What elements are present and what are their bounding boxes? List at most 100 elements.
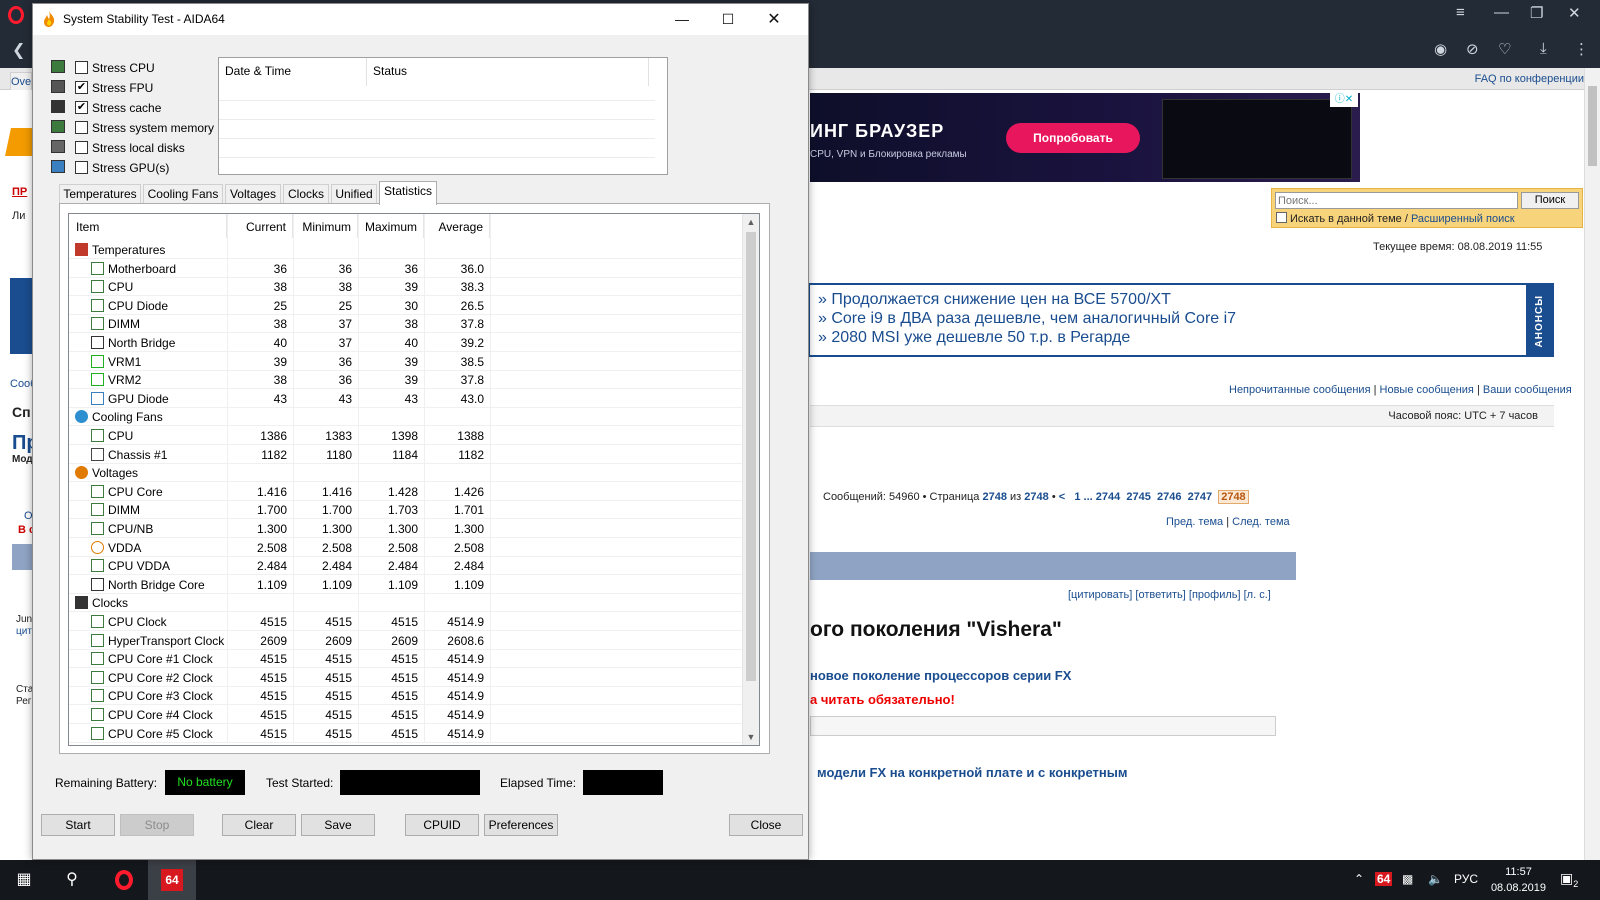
statistics-table[interactable]: Item Current Minimum Maximum Average Tem… — [68, 213, 760, 746]
clear-button[interactable]: Clear — [222, 814, 296, 836]
forum-tab-link[interactable]: Ove — [10, 72, 33, 92]
stress-option[interactable]: Stress system memory — [51, 118, 231, 138]
snapshot-icon[interactable]: ◉ — [1434, 40, 1447, 58]
stress-checkbox[interactable] — [75, 121, 88, 134]
ad-try-button[interactable]: Попробовать — [1006, 123, 1140, 153]
aida64-taskbar-icon[interactable]: 64 — [148, 860, 196, 900]
prev-topic-link[interactable]: Пред. тема — [1166, 516, 1223, 528]
stress-checkbox[interactable]: ✔ — [75, 101, 88, 114]
unread-posts-link[interactable]: Непрочитанные сообщения — [1229, 384, 1371, 396]
news-item[interactable]: » 2080 MSI уже дешевле 50 т.р. в Регарде — [818, 329, 1130, 347]
ad-close-icon[interactable]: ⓘ✕ — [1330, 93, 1358, 107]
tab-unified[interactable]: Unified — [331, 184, 377, 204]
search-icon[interactable]: ⚲ — [48, 860, 96, 900]
col-status[interactable]: Status — [367, 58, 649, 86]
post-actions[interactable]: [цитировать] [ответить] [профиль] [л. с.… — [1068, 589, 1271, 601]
col-current[interactable]: Current — [227, 214, 293, 238]
table-row[interactable]: CPU Core #3 Clock 4515 4515 4515 4514.9 — [69, 686, 745, 706]
col-date-time[interactable]: Date & Time — [219, 58, 367, 86]
stress-option[interactable]: Stress GPU(s) — [51, 158, 231, 178]
web-scrollbar[interactable] — [1584, 68, 1600, 860]
cpuid-button[interactable]: CPUID — [405, 814, 479, 836]
start-button[interactable]: Start — [41, 814, 115, 836]
table-row[interactable]: CPU Core #1 Clock 4515 4515 4515 4514.9 — [69, 649, 745, 669]
search-in-topic-checkbox[interactable] — [1276, 212, 1287, 223]
aida-tray-icon[interactable]: 64 — [1375, 872, 1393, 886]
forum-search-button[interactable]: Поиск — [1521, 192, 1579, 209]
table-row[interactable]: North Bridge 40 37 40 39.2 — [69, 333, 745, 352]
col-item[interactable]: Item — [69, 214, 227, 238]
statistics-scrollbar[interactable]: ▲ ▼ — [742, 214, 759, 745]
table-group-row[interactable]: Voltages — [69, 463, 745, 483]
left-fragment-0[interactable]: ПР — [12, 186, 27, 198]
table-row[interactable]: CPU 1386 1383 1398 1388 — [69, 426, 745, 445]
tab-voltages[interactable]: Voltages — [225, 184, 281, 204]
save-button[interactable]: Save — [301, 814, 375, 836]
table-row[interactable]: VDDA 2.508 2.508 2.508 2.508 — [69, 538, 745, 557]
next-topic-link[interactable]: След. тема — [1232, 516, 1289, 528]
table-row[interactable]: CPU VDDA 2.484 2.484 2.484 2.484 — [69, 556, 745, 576]
table-row[interactable]: CPU Core 1.416 1.416 1.428 1.426 — [69, 482, 745, 501]
stress-checkbox[interactable] — [75, 141, 88, 154]
news-item[interactable]: » Core i9 в ДВА раза дешевле, чем аналог… — [818, 310, 1236, 328]
page-link[interactable]: 1 — [1074, 491, 1080, 503]
table-row[interactable]: DIMM 1.700 1.700 1.703 1.701 — [69, 500, 745, 520]
table-row[interactable]: Chassis #1 1182 1180 1184 1182 — [69, 445, 745, 464]
language-indicator[interactable]: РУС — [1454, 872, 1478, 886]
table-row[interactable]: Motherboard 36 36 36 36.0 — [69, 259, 745, 278]
opera-taskbar-icon[interactable] — [100, 860, 148, 900]
maximize-icon[interactable]: ☐ — [705, 4, 751, 35]
web-scroll-thumb[interactable] — [1588, 86, 1597, 166]
news-item[interactable]: » Продолжается снижение цен на ВСЕ 5700/… — [818, 291, 1171, 309]
new-posts-link[interactable]: Новые сообщения — [1380, 384, 1474, 396]
table-row[interactable]: VRM2 38 36 39 37.8 — [69, 370, 745, 390]
minimize-icon[interactable]: — — [659, 4, 705, 35]
scroll-down-icon[interactable]: ▼ — [743, 729, 759, 745]
table-row[interactable]: North Bridge Core 1.109 1.109 1.109 1.109 — [69, 575, 745, 594]
col-maximum[interactable]: Maximum — [358, 214, 424, 238]
close-icon[interactable]: ✕ — [751, 4, 797, 35]
table-row[interactable]: CPU Core #4 Clock 4515 4515 4515 4514.9 — [69, 705, 745, 724]
scroll-up-icon[interactable]: ▲ — [743, 214, 759, 230]
opera-logo-icon[interactable] — [8, 6, 24, 24]
back-arrow-icon[interactable]: ❮ — [12, 40, 25, 60]
table-row[interactable]: CPU/NB 1.300 1.300 1.300 1.300 — [69, 519, 745, 538]
browser-minimize-icon[interactable]: — — [1494, 4, 1509, 21]
window-titlebar[interactable]: System Stability Test - AIDA64 — ☐ ✕ — [33, 4, 808, 35]
tab-statistics[interactable]: Statistics — [379, 181, 437, 205]
col-minimum[interactable]: Minimum — [293, 214, 358, 238]
stress-checkbox[interactable]: ✔ — [75, 81, 88, 94]
close-button[interactable]: Close — [729, 814, 803, 836]
tray-chevron-icon[interactable]: ⌃ — [1354, 872, 1364, 886]
table-group-row[interactable]: Temperatures — [69, 240, 745, 259]
network-icon[interactable]: ▩ — [1402, 872, 1413, 886]
easy-setup-icon[interactable]: ≡ — [1456, 4, 1465, 21]
tab-cooling-fans[interactable]: Cooling Fans — [143, 184, 223, 204]
tab-temperatures[interactable]: Temperatures — [59, 184, 141, 204]
browser-close-icon[interactable]: ✕ — [1568, 4, 1581, 22]
table-row[interactable]: CPU Core #5 Clock 4515 4515 4515 4514.9 — [69, 724, 745, 743]
advanced-search-link[interactable]: Расширенный поиск — [1411, 213, 1515, 225]
table-row[interactable]: CPU Clock 4515 4515 4515 4514.9 — [69, 612, 745, 631]
table-row[interactable]: HyperTransport Clock 2609 2609 2609 2608.6 — [69, 631, 745, 650]
stress-option[interactable]: ✔ Stress FPU — [51, 78, 231, 98]
scroll-thumb[interactable] — [746, 232, 756, 681]
table-row[interactable]: CPU 38 38 39 38.3 — [69, 277, 745, 297]
volume-icon[interactable]: 🔈 — [1428, 872, 1443, 886]
adblock-icon[interactable]: ⊘ — [1466, 40, 1479, 58]
table-row[interactable]: CPU Core #2 Clock 4515 4515 4515 4514.9 — [69, 668, 745, 687]
taskbar-clock[interactable]: 11:57 08.08.2019 — [1491, 864, 1546, 896]
page-link[interactable]: 2744 — [1096, 491, 1120, 503]
page-link[interactable]: 2747 — [1188, 491, 1212, 503]
faq-link[interactable]: FAQ по конференции — [1475, 73, 1584, 85]
stress-option[interactable]: ✔ Stress cache — [51, 98, 231, 118]
stop-button[interactable]: Stop — [120, 814, 194, 836]
tab-clocks[interactable]: Clocks — [283, 184, 329, 204]
stress-option[interactable]: Stress local disks — [51, 138, 231, 158]
forum-search-input[interactable] — [1275, 192, 1518, 209]
table-row[interactable]: VRM1 39 36 39 38.5 — [69, 352, 745, 371]
ad-banner[interactable]: ИНГ БРАУЗЕР CPU, VPN и Блокировка реклам… — [810, 93, 1360, 182]
page-link[interactable]: 2746 — [1157, 491, 1181, 503]
stress-option[interactable]: Stress CPU — [51, 58, 231, 78]
table-row[interactable]: DIMM 38 37 38 37.8 — [69, 314, 745, 334]
